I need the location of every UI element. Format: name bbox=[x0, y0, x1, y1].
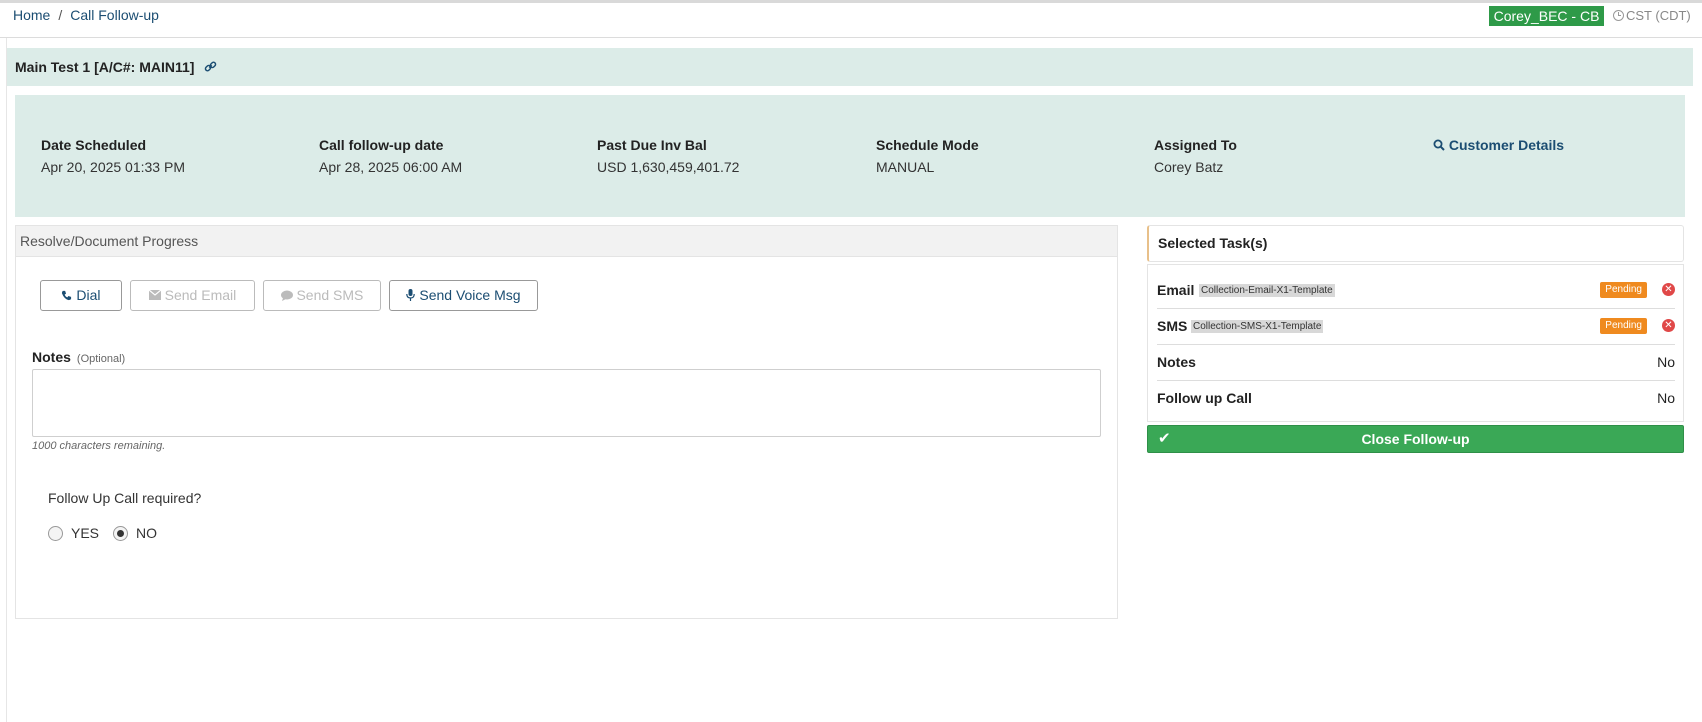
customer-details-label[interactable]: Customer Details bbox=[1449, 137, 1564, 153]
selected-tasks-heading: Selected Task(s) bbox=[1147, 225, 1684, 262]
send-sms-button[interactable]: Send SMS bbox=[263, 280, 381, 311]
dial-button[interactable]: Dial bbox=[40, 280, 122, 311]
task-followup-label: Follow up Call bbox=[1157, 390, 1252, 406]
remove-email-task-icon[interactable]: ✕ bbox=[1662, 283, 1675, 296]
task-email-status-badge: Pending bbox=[1600, 282, 1647, 298]
yes-label: YES bbox=[71, 525, 100, 541]
followup-date: Call follow-up date Apr 28, 2025 06:00 A… bbox=[319, 137, 462, 175]
date-scheduled: Date Scheduled Apr 20, 2025 01:33 PM bbox=[41, 137, 185, 175]
account-header: Main Test 1 [A/C#: MAIN11] bbox=[7, 48, 1693, 86]
account-title: Main Test 1 [A/C#: MAIN11] bbox=[15, 59, 195, 75]
send-email-label: Send Email bbox=[164, 287, 237, 303]
task-email-template: Collection-Email-X1-Template bbox=[1199, 284, 1335, 297]
task-row-sms: SMS Collection-SMS-X1-Template Pending ✕ bbox=[1157, 309, 1675, 345]
selected-tasks-panel: Email Collection-Email-X1-Template Pendi… bbox=[1147, 264, 1684, 422]
search-icon bbox=[1433, 137, 1449, 153]
date-scheduled-value: Apr 20, 2025 01:33 PM bbox=[41, 159, 185, 175]
notes-textarea[interactable] bbox=[32, 369, 1101, 437]
dial-label: Dial bbox=[76, 287, 101, 303]
check-icon: ✔ bbox=[1158, 430, 1171, 447]
past-due-value: USD 1,630,459,401.72 bbox=[597, 159, 740, 175]
breadcrumb-separator: / bbox=[58, 7, 63, 23]
task-sms-status-badge: Pending bbox=[1600, 318, 1647, 334]
followup-no-option[interactable]: NO bbox=[113, 525, 157, 541]
followup-date-value: Apr 28, 2025 06:00 AM bbox=[319, 159, 463, 175]
past-due-balance: Past Due Inv Bal USD 1,630,459,401.72 bbox=[597, 137, 739, 175]
user-badge[interactable]: Corey_BEC - CB bbox=[1489, 6, 1604, 26]
task-notes-value: No bbox=[1657, 354, 1675, 370]
no-radio[interactable] bbox=[113, 526, 128, 541]
characters-remaining: 1000 characters remaining. bbox=[32, 440, 166, 452]
yes-radio[interactable] bbox=[48, 526, 63, 541]
schedule-mode-value: MANUAL bbox=[876, 159, 935, 175]
followup-yes-option[interactable]: YES bbox=[48, 525, 99, 541]
remove-sms-task-icon[interactable]: ✕ bbox=[1662, 319, 1675, 332]
link-icon[interactable] bbox=[204, 60, 217, 75]
microphone-icon bbox=[406, 287, 419, 303]
notes-label-text: Notes bbox=[32, 349, 71, 365]
followup-summary: Date Scheduled Apr 20, 2025 01:33 PM Cal… bbox=[15, 95, 1685, 217]
close-followup-button[interactable]: ✔ Close Follow-up bbox=[1147, 425, 1684, 453]
close-followup-label: Close Follow-up bbox=[1361, 431, 1470, 447]
customer-details-link[interactable]: Customer Details bbox=[1433, 137, 1564, 153]
send-voice-msg-button[interactable]: Send Voice Msg bbox=[389, 280, 538, 311]
progress-heading: Resolve/Document Progress bbox=[15, 225, 1118, 257]
task-row-email: Email Collection-Email-X1-Template Pendi… bbox=[1157, 273, 1675, 309]
notes-optional-hint: (Optional) bbox=[76, 353, 126, 365]
assigned-to-label: Assigned To bbox=[1154, 137, 1237, 153]
task-sms-template: Collection-SMS-X1-Template bbox=[1191, 320, 1324, 333]
followup-question: Follow Up Call required? bbox=[48, 490, 202, 506]
task-row-notes: Notes No bbox=[1157, 345, 1675, 381]
send-email-button[interactable]: Send Email bbox=[130, 280, 255, 311]
progress-panel: Dial Send Email Send SMS Send Voice Msg … bbox=[15, 256, 1118, 619]
top-bar: Home / Call Follow-up Corey_BEC - CB CST (… bbox=[0, 0, 1702, 38]
task-email-label: Email bbox=[1157, 282, 1195, 298]
task-followup-value: No bbox=[1657, 390, 1675, 406]
date-scheduled-label: Date Scheduled bbox=[41, 137, 147, 153]
envelope-icon bbox=[148, 287, 165, 303]
assigned-to-value: Corey Batz bbox=[1154, 159, 1224, 175]
task-sms-label: SMS bbox=[1157, 318, 1188, 334]
schedule-mode: Schedule Mode MANUAL bbox=[876, 137, 979, 175]
clock-icon bbox=[1613, 10, 1624, 21]
left-divider bbox=[6, 38, 7, 722]
breadcrumb-home-link[interactable]: Home bbox=[13, 7, 50, 23]
breadcrumb: Home / Call Follow-up bbox=[13, 7, 159, 23]
task-row-followup: Follow up Call No bbox=[1157, 381, 1675, 417]
phone-icon bbox=[61, 287, 76, 303]
no-label: NO bbox=[136, 525, 157, 541]
timezone-label: CST (CDT) bbox=[1626, 8, 1691, 23]
send-sms-label: Send SMS bbox=[296, 287, 364, 303]
followup-date-label: Call follow-up date bbox=[319, 137, 444, 153]
assigned-to: Assigned To Corey Batz bbox=[1154, 137, 1237, 175]
breadcrumb-current[interactable]: Call Follow-up bbox=[70, 7, 159, 23]
task-notes-label: Notes bbox=[1157, 354, 1196, 370]
notes-label: Notes (Optional) bbox=[32, 349, 125, 365]
schedule-mode-label: Schedule Mode bbox=[876, 137, 979, 153]
comment-icon bbox=[280, 287, 297, 303]
timezone-display: CST (CDT) bbox=[1613, 8, 1691, 23]
send-voice-msg-label: Send Voice Msg bbox=[419, 287, 521, 303]
past-due-label: Past Due Inv Bal bbox=[597, 137, 707, 153]
